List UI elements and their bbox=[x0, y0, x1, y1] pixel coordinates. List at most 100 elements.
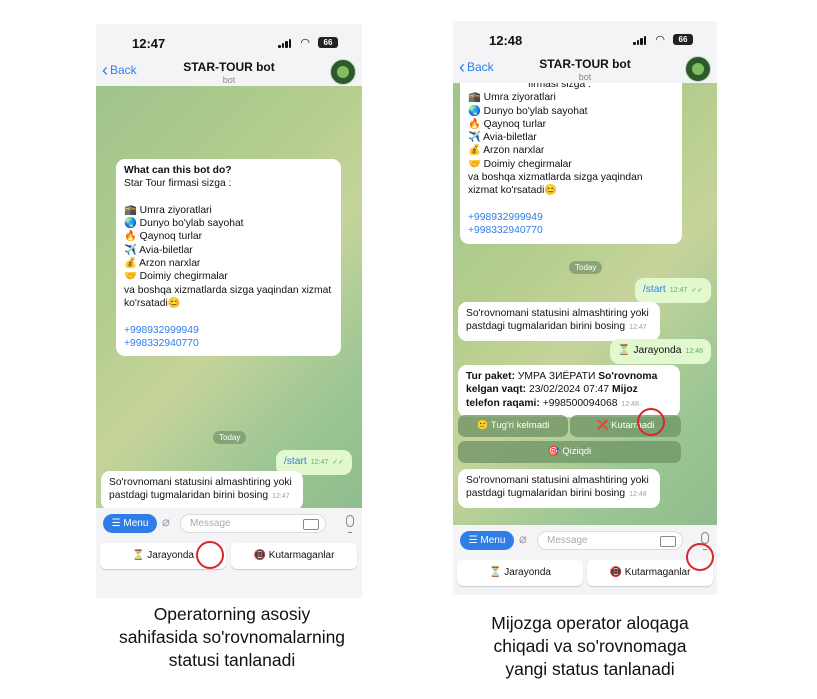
message-time: 12:48 bbox=[629, 491, 647, 499]
caption-line: yangi status tanlanadi bbox=[505, 659, 675, 679]
phone-link[interactable]: +998932999949 bbox=[124, 324, 333, 337]
chat-area[interactable]: What can this bot do? Star Tour firmasi … bbox=[96, 86, 362, 508]
status-time: 12:48 bbox=[489, 33, 523, 48]
reply-keyboard: ⏳ Jarayonda 📵 Kutarmaganlar bbox=[453, 555, 717, 595]
battery-icon: 66 bbox=[673, 34, 693, 45]
order-field-value: УМРА ЗИЁРАТИ bbox=[517, 371, 596, 382]
inline-button-qiziqdi[interactable]: 🎯 Qiziqdi bbox=[458, 441, 681, 463]
screenshot-left: 12:47 ◠ 66 ‹ Back STAR-TOUR bot bot What … bbox=[96, 24, 362, 598]
info-heading: What can this bot do? bbox=[124, 165, 232, 176]
order-field-value: 23/02/2024 07:47 bbox=[528, 384, 610, 396]
menu-label: Menu bbox=[123, 518, 149, 529]
phone-link[interactable]: +998332940770 bbox=[468, 224, 674, 237]
read-check-icon: ✓✓ bbox=[691, 287, 703, 294]
message-time: 12:47 bbox=[272, 493, 290, 501]
incoming-message: So'rovnomani statusini almashtiring yoki… bbox=[101, 471, 303, 508]
menu-button[interactable]: ☰ Menu bbox=[103, 514, 157, 533]
read-check-icon: ✓✓ bbox=[332, 459, 344, 466]
caption-line: Mijozga operator aloqaga bbox=[491, 613, 689, 633]
highlight-circle bbox=[686, 543, 714, 571]
message-time: 12:47 bbox=[629, 324, 647, 332]
incoming-message: So'rovnomani statusini almashtiring yoki… bbox=[458, 302, 660, 341]
keyboard-icon[interactable] bbox=[660, 536, 676, 547]
keyboard-button-jarayonda[interactable]: ⏳ Jarayonda bbox=[457, 560, 583, 586]
attach-icon[interactable]: ⌀ bbox=[519, 531, 527, 547]
outgoing-message: /start 12:47 ✓✓ bbox=[634, 278, 711, 304]
wifi-icon: ◠ bbox=[300, 37, 310, 49]
info-closing: va boshqa xizmatlarda sizga yaqindan xiz… bbox=[468, 172, 643, 197]
message-input[interactable]: Message bbox=[180, 514, 326, 533]
chat-header: ‹ Back STAR-TOUR bot bot bbox=[96, 59, 362, 86]
info-item: 💰 Arzon narxlar bbox=[124, 258, 201, 270]
message-text: So'rovnomani statusini almashtiring yoki… bbox=[466, 475, 649, 500]
keyboard-button-kutarmaganlar[interactable]: 📵 Kutarmaganlar bbox=[231, 543, 357, 569]
battery-icon: 66 bbox=[318, 37, 338, 48]
attach-icon[interactable]: ⌀ bbox=[162, 514, 170, 530]
chat-header: ‹ Back STAR-TOUR bot bot bbox=[453, 56, 717, 83]
message-time: 12:48 bbox=[685, 348, 703, 355]
chat-title: STAR-TOUR bot bbox=[183, 60, 275, 74]
message-time: 12:47 bbox=[310, 459, 329, 466]
message-time: 12:48 bbox=[621, 400, 639, 408]
message-text: So'rovnomani statusini almashtiring yoki… bbox=[109, 477, 292, 502]
chat-title: STAR-TOUR bot bbox=[539, 57, 631, 71]
bot-info-bubble: firmasi sizga : 🕋 Umra ziyoratlari 🌏 Dun… bbox=[460, 83, 682, 244]
date-divider: Today bbox=[569, 261, 603, 274]
bot-avatar[interactable] bbox=[685, 56, 711, 82]
info-item: ✈️ Avia-biletlar bbox=[124, 244, 193, 256]
message-text: So'rovnomani statusini almashtiring yoki… bbox=[466, 308, 649, 333]
caption-line: Operatorning asosiy bbox=[153, 604, 311, 624]
caption-line: chiqadi va so'rovnomaga bbox=[493, 636, 687, 656]
inline-button-tugri-kelmadi[interactable]: 😕 Tug'ri kelmadi bbox=[458, 415, 568, 437]
caption-line: statusi tanlanadi bbox=[168, 650, 296, 670]
command-text[interactable]: /start bbox=[284, 456, 307, 467]
info-item: 🌏 Dunyo bo'ylab sayohat bbox=[468, 105, 588, 117]
message-placeholder: Message bbox=[547, 535, 588, 546]
info-item: ✈️ Avia-biletlar bbox=[468, 132, 537, 144]
date-divider: Today bbox=[213, 431, 247, 444]
chat-title-block[interactable]: STAR-TOUR bot bot bbox=[453, 57, 717, 82]
wifi-icon: ◠ bbox=[655, 34, 665, 46]
info-intro: firmasi sizga : bbox=[528, 83, 591, 90]
info-intro: Star Tour firmasi sizga : bbox=[124, 178, 232, 190]
bot-info-bubble: What can this bot do? Star Tour firmasi … bbox=[116, 159, 341, 357]
chat-subtitle: bot bbox=[222, 75, 236, 85]
message-input[interactable]: Message bbox=[537, 531, 683, 550]
input-bar: ☰ Menu ⌀ Message bbox=[453, 525, 717, 555]
message-placeholder: Message bbox=[190, 518, 231, 529]
info-item: 💰 Arzon narxlar bbox=[468, 145, 545, 157]
chat-area[interactable]: firmasi sizga : 🕋 Umra ziyoratlari 🌏 Dun… bbox=[453, 83, 717, 525]
menu-label: Menu bbox=[480, 535, 506, 546]
message-time: 12:47 bbox=[669, 287, 688, 294]
command-text[interactable]: /start bbox=[643, 284, 666, 295]
order-field-label: Tur paket: bbox=[466, 371, 516, 382]
info-item: 🔥 Qaynoq turlar bbox=[468, 118, 547, 130]
reply-keyboard: ⏳ Jarayonda 📵 Kutarmaganlar bbox=[96, 538, 362, 598]
message-text: ⏳ Jarayonda bbox=[617, 345, 682, 356]
info-item: 🤝 Doimiy chegirmalar bbox=[124, 271, 228, 283]
status-bar: 12:47 ◠ 66 bbox=[96, 24, 362, 60]
microphone-icon[interactable] bbox=[346, 515, 354, 533]
highlight-circle bbox=[637, 408, 665, 436]
signal-icon bbox=[278, 39, 292, 48]
incoming-message: So'rovnomani statusini almashtiring yoki… bbox=[458, 469, 660, 508]
bot-avatar[interactable] bbox=[330, 59, 356, 85]
phone-link[interactable]: +998332940770 bbox=[124, 337, 333, 350]
info-closing: va boshqa xizmatlarda sizga yaqindan xiz… bbox=[124, 284, 332, 309]
chat-subtitle: bot bbox=[578, 72, 592, 82]
info-item: 🕋 Umra ziyoratlari bbox=[124, 204, 212, 216]
screenshot-right: 12:48 ◠ 66 ‹ Back STAR-TOUR bot bot firma… bbox=[453, 21, 717, 595]
caption-left: Operatorning asosiy sahifasida so'rovnom… bbox=[92, 603, 372, 672]
info-item: 🕋 Umra ziyoratlari bbox=[468, 92, 556, 104]
outgoing-message: ⏳ Jarayonda 12:48 bbox=[609, 339, 711, 365]
keyboard-icon[interactable] bbox=[303, 519, 319, 530]
info-item: 🔥 Qaynoq turlar bbox=[124, 231, 203, 243]
highlight-circle bbox=[196, 541, 224, 569]
status-bar: 12:48 ◠ 66 bbox=[453, 21, 717, 57]
phone-link[interactable]: +998932999949 bbox=[468, 211, 674, 224]
menu-button[interactable]: ☰ Menu bbox=[460, 531, 514, 550]
chat-title-block[interactable]: STAR-TOUR bot bot bbox=[96, 60, 362, 85]
signal-icon bbox=[633, 36, 647, 45]
order-phone-link[interactable]: +998500094068 bbox=[543, 398, 618, 409]
status-time: 12:47 bbox=[132, 36, 166, 51]
